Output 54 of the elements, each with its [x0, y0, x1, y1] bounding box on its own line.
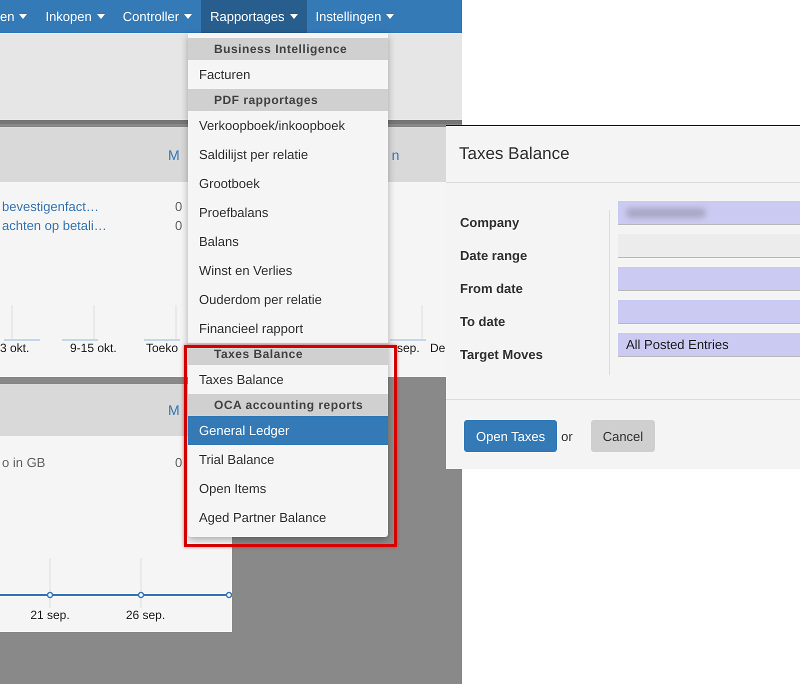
menu-section-header: PDF rapportages — [188, 89, 388, 111]
field-label: Target Moves — [460, 346, 544, 364]
row-link[interactable]: bevestigenfact… — [0, 199, 175, 214]
axis-label: 9-15 okt. — [70, 341, 117, 357]
menu-item[interactable]: Grootboek — [188, 169, 388, 198]
axis-label: sep. — [397, 341, 420, 357]
open-button[interactable]: Open Taxes — [464, 420, 558, 452]
menu-item[interactable]: Facturen — [188, 60, 388, 89]
menu-item[interactable]: Saldilijst per relatie — [188, 140, 388, 169]
field-label: From date — [460, 280, 524, 298]
menu-item[interactable]: Verkoopboek/inkoopboek — [188, 111, 388, 140]
input-field[interactable] — [618, 234, 800, 258]
row-label: o in GB — [1, 455, 46, 470]
menu-item[interactable]: General Ledger — [188, 416, 388, 445]
input-field[interactable] — [618, 267, 800, 291]
menu-item[interactable]: Aged Partner Balance — [188, 503, 388, 532]
cancel-button[interactable]: Cancel — [590, 420, 656, 452]
caret-icon — [290, 14, 298, 19]
row-value: 0 — [175, 199, 182, 214]
row-value: 0 — [175, 218, 182, 233]
nav-menu-item[interactable]: Instellingen — [306, 0, 404, 33]
menu-section-header: Business Intelligence — [188, 38, 388, 60]
caret-icon — [19, 14, 28, 19]
nav-menu-item[interactable]: Rapportages — [201, 0, 307, 33]
menu-section-header: OCA accounting reports — [188, 394, 388, 416]
field-label: Date range — [460, 246, 528, 265]
menu-item[interactable]: Trial Balance — [188, 445, 388, 474]
menu-item[interactable]: Balans — [188, 227, 388, 256]
menu-item[interactable]: Proefbalans — [188, 198, 388, 227]
or-text: or — [561, 428, 573, 444]
caret-icon — [184, 14, 192, 19]
row-value: 0 — [175, 455, 182, 470]
axis-label: Toeko — [146, 341, 178, 357]
nav-menu-item[interactable]: Inkopen — [36, 0, 114, 33]
menu-item[interactable]: Winst en Verlies — [188, 256, 388, 285]
nav-menu-item[interactable]: Controller — [114, 0, 202, 33]
menu-item[interactable]: Ouderdom per relatie — [188, 285, 388, 314]
dialog-title: Taxes Balance — [459, 144, 570, 164]
row-link[interactable]: achten op betali… — [0, 218, 175, 233]
field-label: Company — [460, 214, 520, 232]
caret-icon — [96, 14, 105, 19]
input-field[interactable] — [618, 201, 800, 225]
input-field[interactable]: All Posted Entries — [618, 333, 800, 357]
nav-menu-item[interactable]: en — [0, 0, 36, 33]
caret-icon — [386, 14, 394, 19]
field-label: To date — [460, 312, 506, 330]
axis-label: 3 okt. — [0, 341, 30, 357]
menu-item[interactable]: Financieel rapport — [188, 314, 388, 343]
axis-label: De — [430, 341, 446, 357]
menu-item[interactable]: Taxes Balance — [188, 365, 388, 394]
axis-label: 26 sep. — [126, 608, 166, 624]
menu-item[interactable]: Open Items — [188, 474, 388, 503]
axis-label: 21 sep. — [30, 608, 70, 624]
input-field[interactable] — [618, 300, 800, 324]
